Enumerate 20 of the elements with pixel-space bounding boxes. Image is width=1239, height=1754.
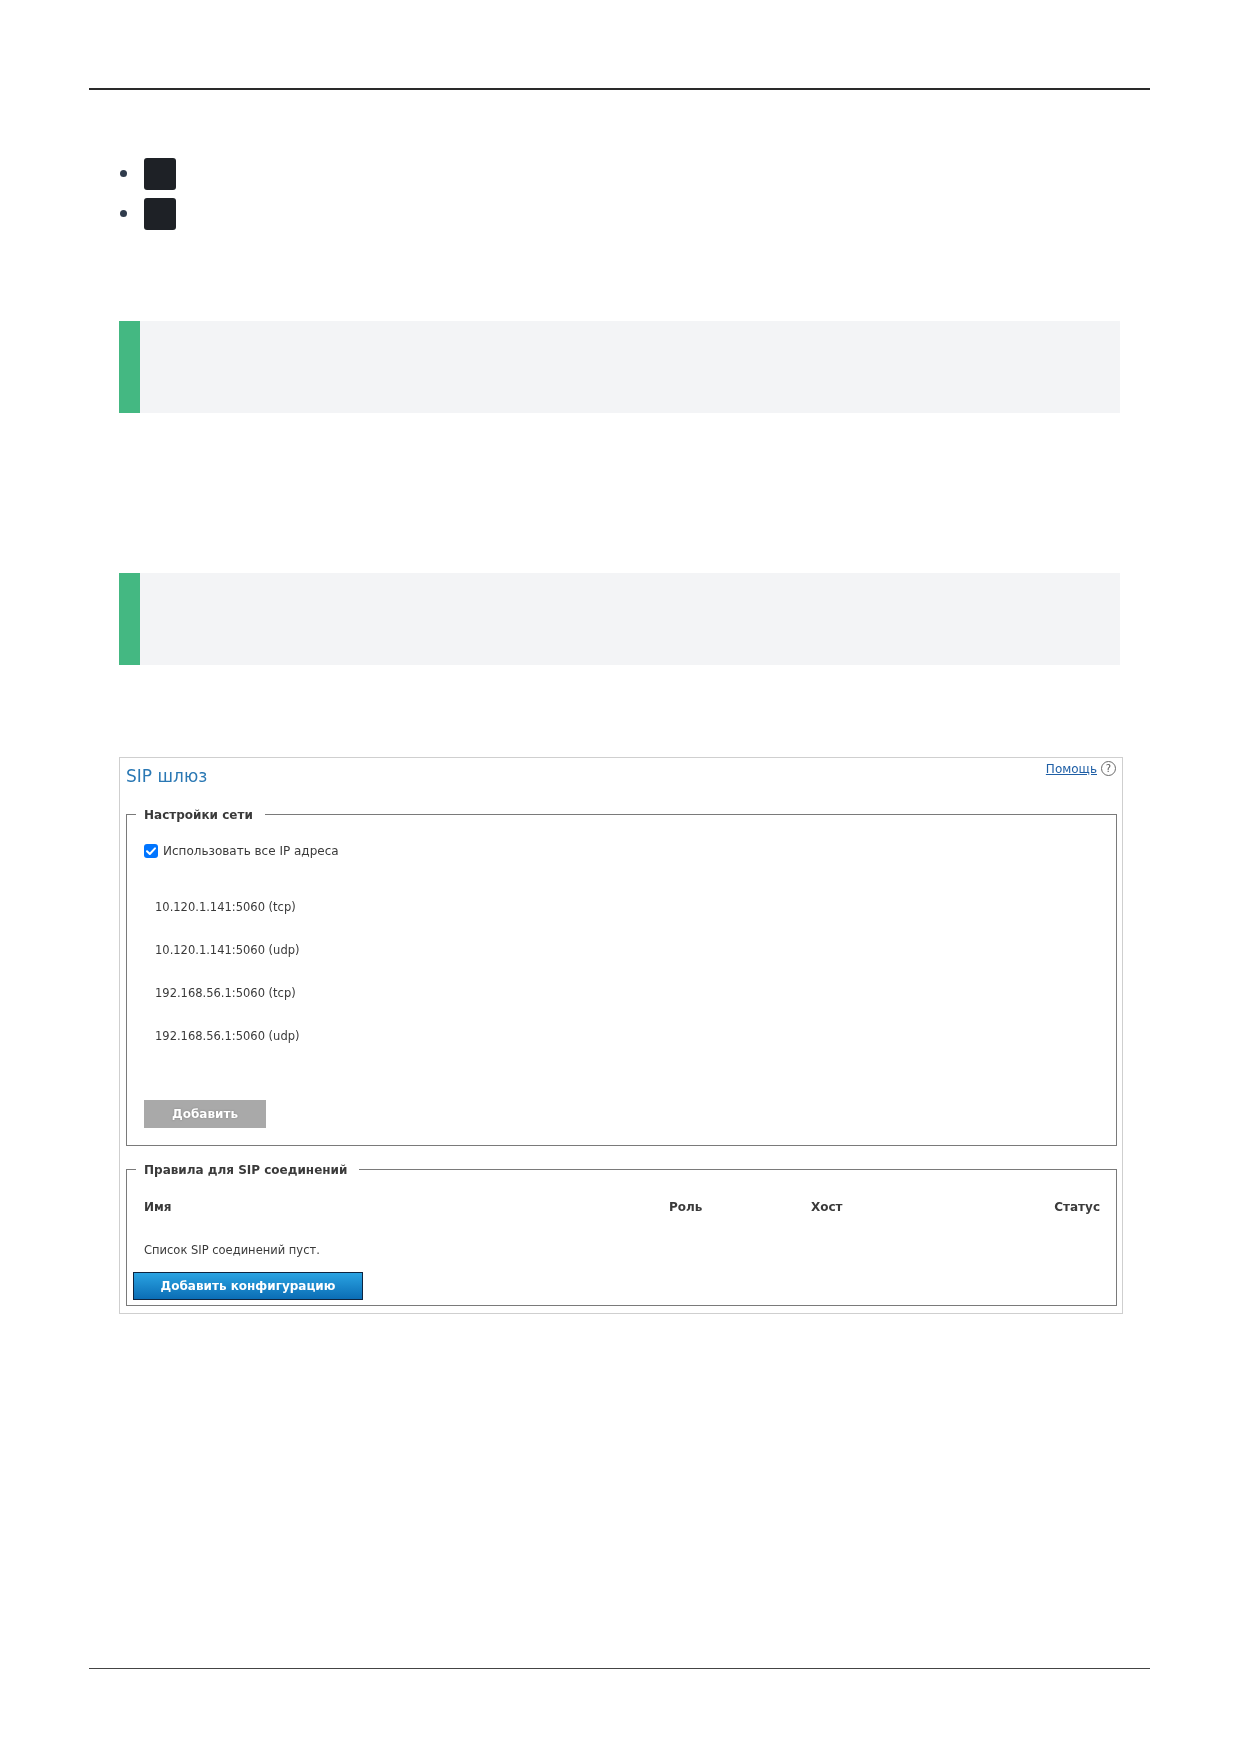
add-configuration-button[interactable]: Добавить конфигурацию bbox=[133, 1271, 363, 1300]
group-legend: Настройки сети bbox=[136, 806, 265, 823]
ip-address-text: 192.168.56.1:5060 (udp) bbox=[155, 1027, 300, 1044]
checkbox[interactable] bbox=[144, 843, 158, 858]
empty-list-message: Список SIP соединений пуст. bbox=[144, 1241, 320, 1258]
ip-address-text: 192.168.56.1:5060 (tcp) bbox=[155, 984, 296, 1001]
redacted-block bbox=[144, 157, 176, 190]
bullet-icon bbox=[120, 210, 127, 217]
ip-address-text: 10.120.1.141:5060 (tcp) bbox=[155, 898, 296, 915]
redacted-block bbox=[144, 197, 176, 230]
bullet-icon bbox=[120, 170, 127, 177]
column-header: Хост bbox=[811, 1198, 843, 1215]
help-link[interactable]: Помощь bbox=[1045, 760, 1097, 777]
checkbox-label[interactable]: Использовать все IP адреса bbox=[163, 842, 339, 859]
group-legend: Правила для SIP соединений bbox=[136, 1161, 360, 1178]
panel-title: SIP шлюз bbox=[126, 764, 208, 787]
column-header: Имя bbox=[144, 1198, 172, 1215]
column-header: Статус bbox=[1054, 1198, 1100, 1215]
column-header: Роль bbox=[669, 1198, 703, 1215]
ip-address-text: 10.120.1.141:5060 (udp) bbox=[155, 941, 300, 958]
